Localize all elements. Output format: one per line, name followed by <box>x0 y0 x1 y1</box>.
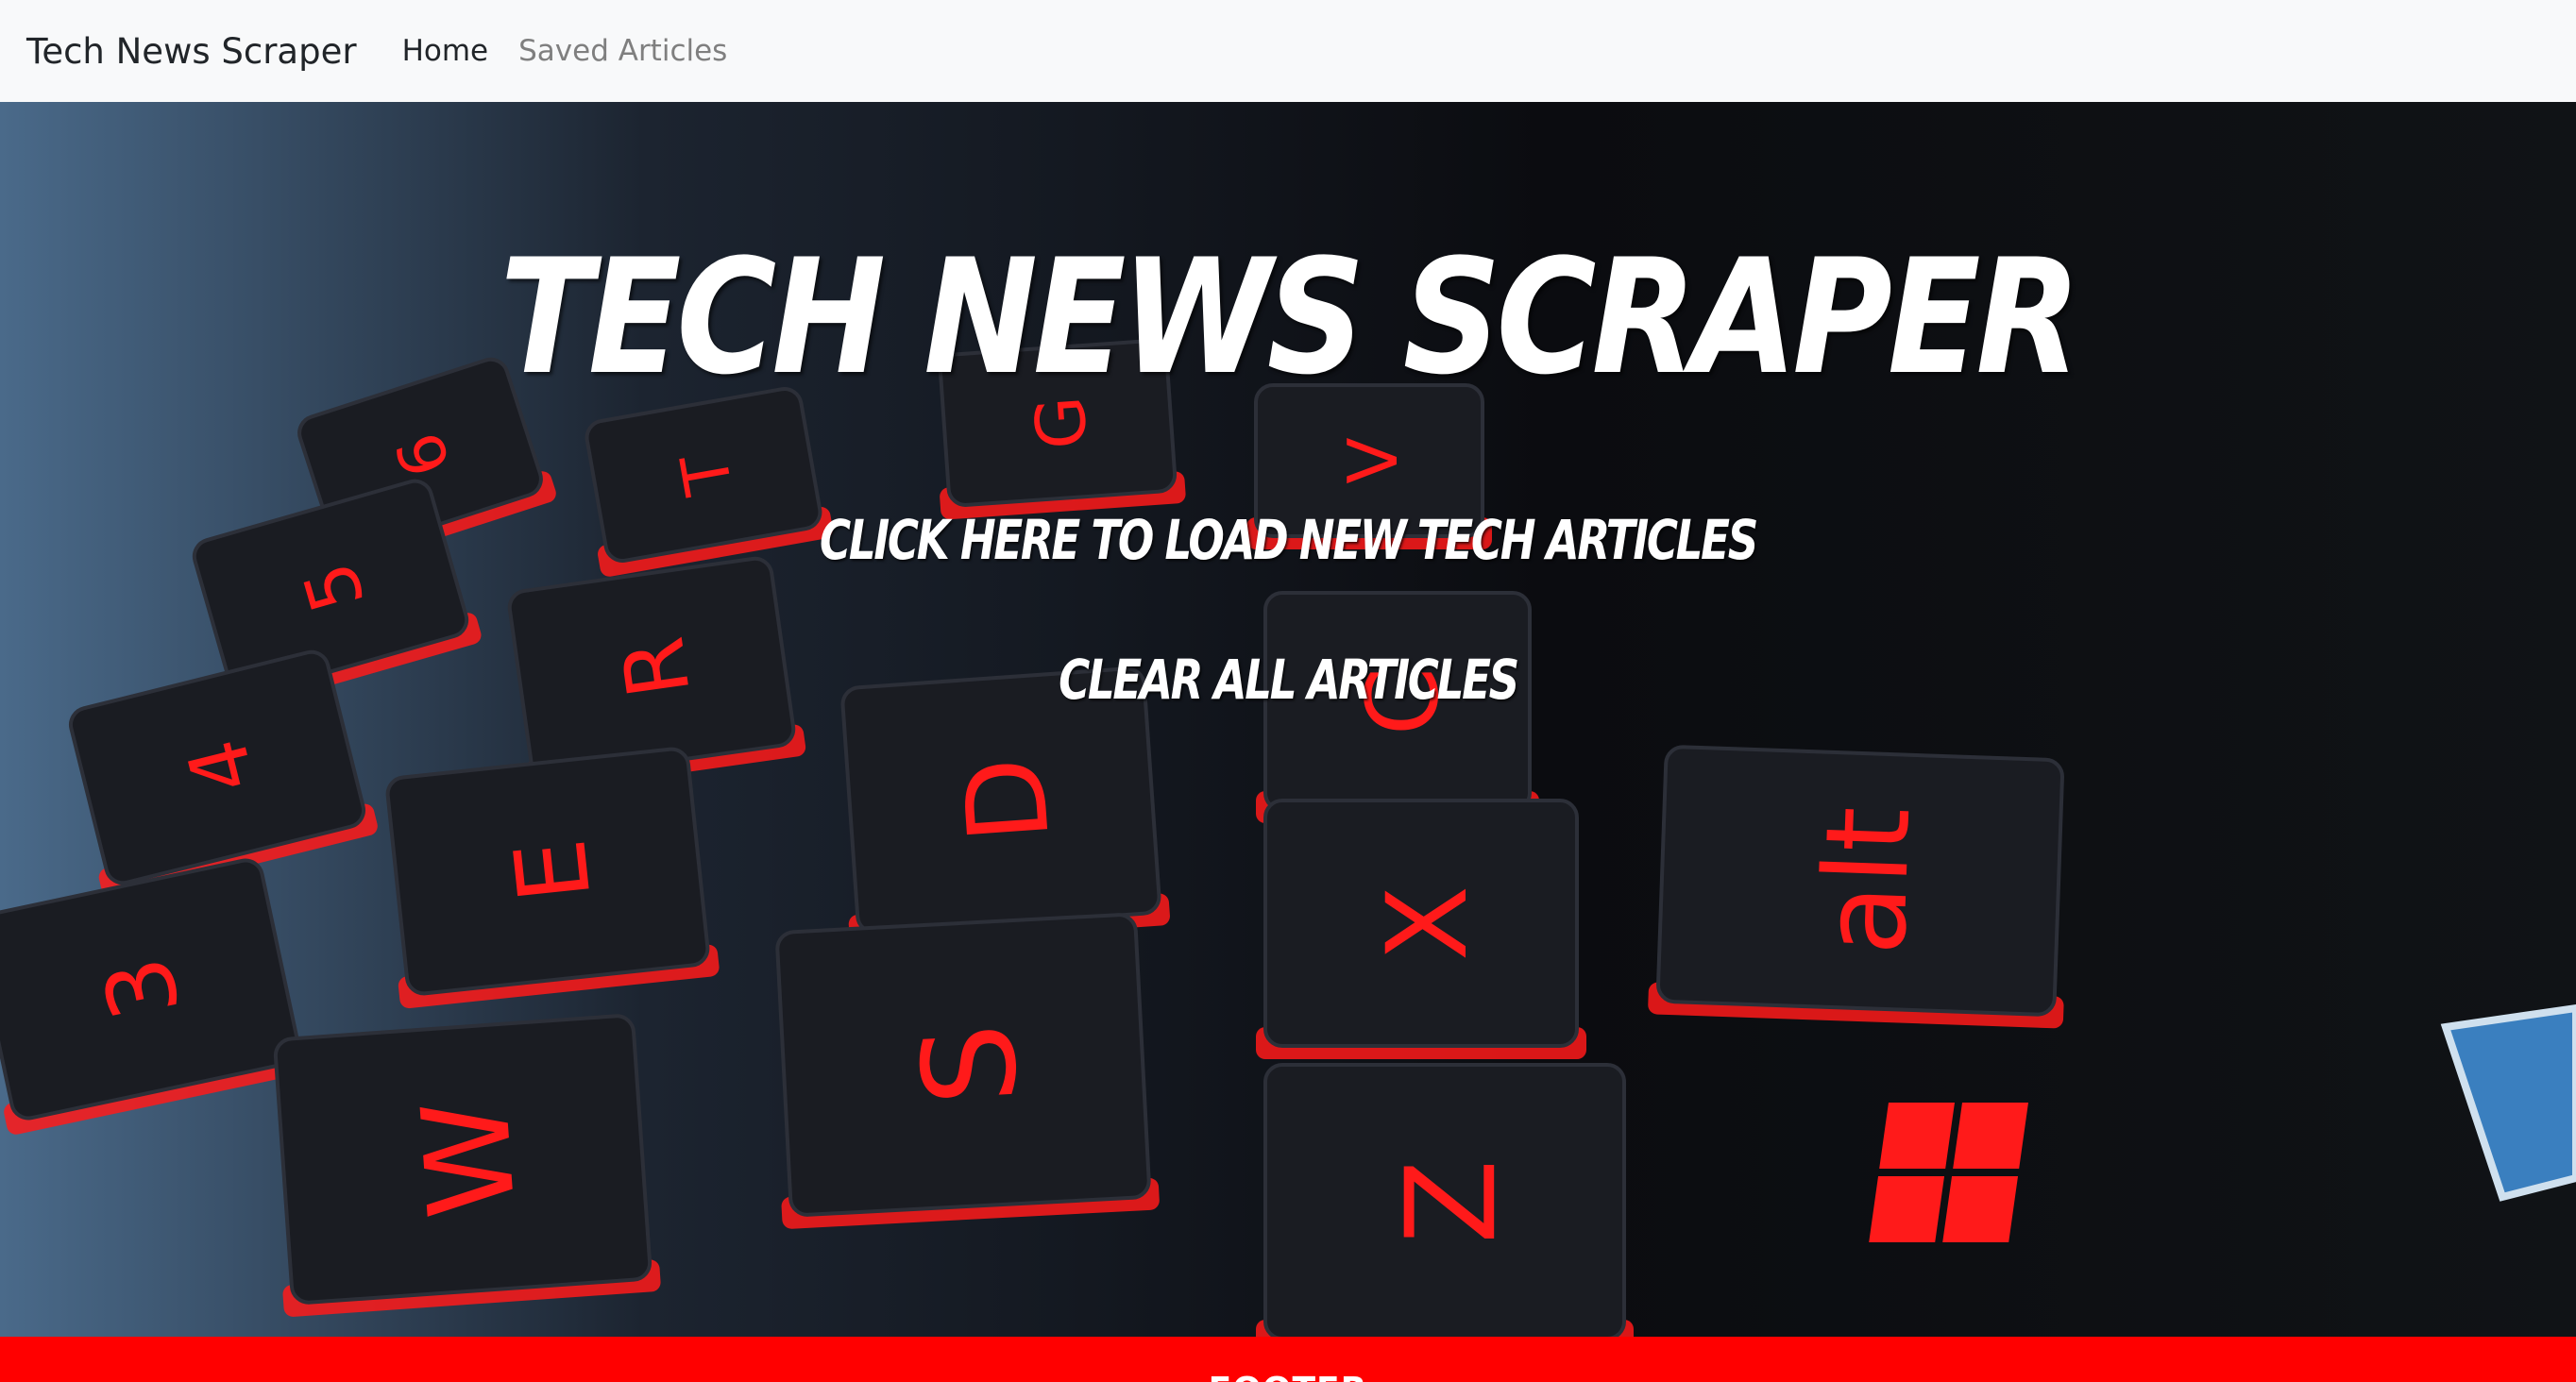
clear-articles-button[interactable]: CLEAR ALL ARTICLES <box>283 648 2293 712</box>
footer-text: FOOTER <box>0 1371 2576 1382</box>
footer: FOOTER <box>0 1337 2576 1382</box>
keycap-label: S <box>894 1020 1046 1109</box>
keycap-s: S <box>775 913 1160 1229</box>
keycap-label: W <box>396 1095 542 1222</box>
keycap-label: D <box>940 753 1075 847</box>
keycap-label: alt <box>1797 805 1936 957</box>
load-articles-button[interactable]: CLICK HERE TO LOAD NEW TECH ARTICLES <box>283 508 2293 572</box>
keycap-w: W <box>273 1014 661 1317</box>
keycap-label: Z <box>1379 1159 1523 1244</box>
keycap-z: Z <box>1256 1063 1634 1337</box>
nav-link-saved-articles[interactable]: Saved Articles <box>518 34 727 68</box>
keycap-label: E <box>492 834 613 907</box>
keycap-x: X <box>1256 799 1586 1059</box>
keycap-label: V <box>1333 437 1413 483</box>
navbar: Tech News Scraper Home Saved Articles <box>0 0 2576 102</box>
hero-title: TECH NEWS SCRAPER <box>500 225 2080 410</box>
keycap-e: E <box>385 747 720 1009</box>
keycap-label: X <box>1363 885 1492 961</box>
nav-link-home[interactable]: Home <box>402 34 489 68</box>
keycap-alt: alt <box>1648 745 2064 1029</box>
navbar-brand[interactable]: Tech News Scraper <box>26 31 357 72</box>
hero-section: 6 5 4 3 T R E W G D S V C X Zalt TECH NEWS SCRAPER CLI… <box>0 102 2576 1337</box>
